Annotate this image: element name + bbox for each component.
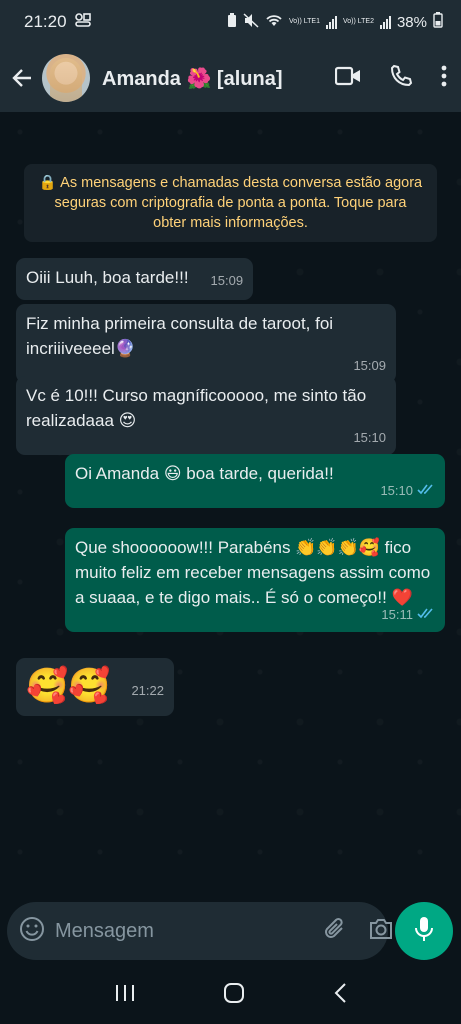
avatar[interactable] [42,54,90,102]
battery-icon [433,12,443,32]
message-time: 15:09 [353,358,386,373]
status-bar: 21:20 Vo)) LTE1 Vo)) LTE2 38% [0,0,461,44]
message-time: 15:10 [353,430,386,445]
message-text: Vc é 10!!! Curso magníficooooo, me sinto… [26,386,367,430]
message-bubble[interactable]: 🥰🥰 21:22 [16,658,174,716]
encryption-notice[interactable]: 🔒 As mensagens e chamadas desta conversa… [24,164,437,242]
notification-icon [74,12,91,32]
back-arrow-icon[interactable] [8,64,36,92]
home-icon[interactable] [223,982,245,1009]
wifi-icon [265,13,283,31]
chat-header: Amanda 🌺 [aluna] [0,44,461,112]
composer [0,896,461,966]
message-time: 15:11 [381,607,413,622]
mic-button[interactable] [395,902,453,960]
recents-icon[interactable] [114,983,136,1008]
signal-2-icon [379,15,391,29]
system-nav-bar [0,966,461,1024]
message-text: Fiz minha primeira consulta de taroot, f… [26,314,334,358]
contact-name[interactable]: Amanda 🌺 [aluna] [102,66,335,91]
message-bubble[interactable]: Que shoooooow!!! Parabéns 👏👏👏🥰 fico muit… [65,528,445,632]
message-text: Oi Amanda 😃 boa tarde, querida!! [75,464,334,483]
message-meta: 15:11 [381,602,435,627]
message-time: 15:09 [210,273,244,288]
emoji-icon[interactable] [19,916,45,947]
mic-icon [414,916,434,947]
mute-icon [243,12,259,32]
clock: 21:20 [24,12,67,31]
chat-area[interactable]: 🔒 As mensagens e chamadas desta conversa… [0,112,461,896]
message-bubble[interactable]: Oi Amanda 😃 boa tarde, querida!! 15:10 [65,454,445,508]
message-input[interactable] [53,918,322,944]
message-text: Que shoooooow!!! Parabéns 👏👏👏🥰 fico muit… [75,538,431,607]
read-ticks-icon [417,602,435,627]
message-text: 🥰🥰 [26,667,111,705]
attach-icon[interactable] [322,916,348,947]
message-bubble[interactable]: Oiii Luuh, boa tarde!!! 15:09 [16,258,254,300]
message-input-container [7,902,392,960]
battery-percent: 38% [396,13,427,31]
message-text: Oiii Luuh, boa tarde!!! [26,268,189,287]
back-nav-icon[interactable] [333,982,347,1009]
read-ticks-icon [417,478,435,503]
signal-1-icon [325,15,337,29]
camera-icon[interactable] [368,917,394,946]
sim2-label: Vo)) LTE2 [342,18,374,25]
message-time: 21:22 [131,683,164,698]
sim1-label: Vo)) LTE1 [288,18,320,25]
message-meta: 15:10 [380,478,435,503]
phone-icon[interactable] [389,64,413,93]
message-bubble[interactable]: Fiz minha primeira consulta de taroot, f… [16,304,396,383]
more-vert-icon[interactable] [441,65,447,92]
message-time: 15:10 [380,483,413,498]
video-call-icon[interactable] [334,66,361,91]
message-bubble[interactable]: Vc é 10!!! Curso magníficooooo, me sinto… [16,376,396,455]
battery-saver-icon [227,12,237,32]
